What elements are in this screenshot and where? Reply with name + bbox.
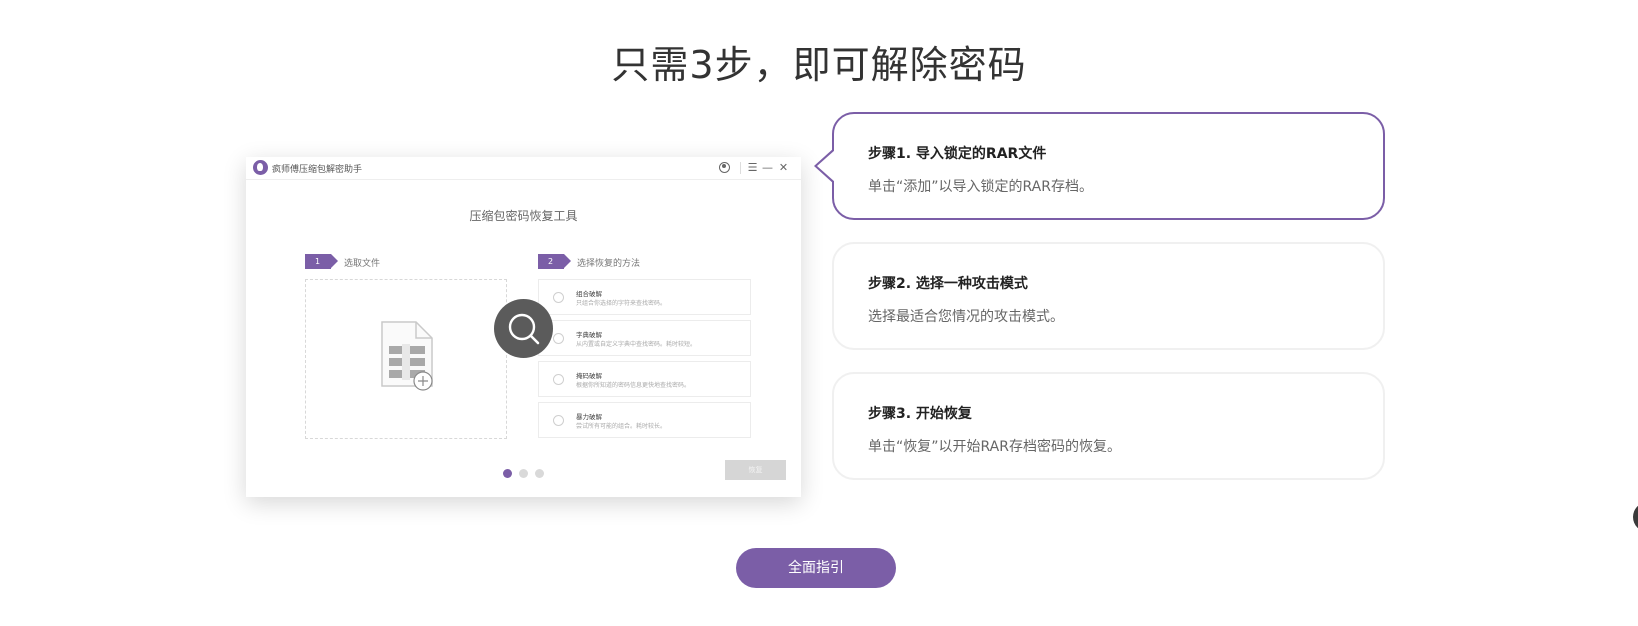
step-card-title: 步骤3. 开始恢复	[868, 406, 972, 422]
step-2-label: 选择恢复的方法	[577, 259, 641, 269]
step-1-label: 选取文件	[344, 259, 381, 269]
page-title: 只需3步，即可解除密码	[611, 43, 1027, 87]
minimize-icon[interactable]: —	[761, 161, 774, 174]
add-file-icon[interactable]	[380, 320, 434, 392]
step-card-title: 步骤1. 导入锁定的RAR文件	[868, 146, 1047, 162]
app-logo-icon	[253, 160, 268, 175]
method-title: 字典破解	[576, 331, 602, 339]
file-drop-zone[interactable]	[305, 279, 507, 439]
step-2-badge: 2	[538, 254, 571, 269]
step-card-desc: 单击“恢复”以开始RAR存档密码的恢复。	[868, 439, 1121, 455]
radio-icon[interactable]	[553, 292, 564, 303]
radio-icon[interactable]	[553, 415, 564, 426]
method-title: 掩码破解	[576, 372, 602, 380]
step-card-3[interactable]: 步骤3. 开始恢复 单击“恢复”以开始RAR存档密码的恢复。	[832, 372, 1385, 480]
app-heading: 压缩包密码恢复工具	[469, 209, 578, 223]
step-1-badge: 1	[305, 254, 338, 269]
method-desc: 尝试所有可能的组合。耗时较长。	[576, 423, 667, 430]
menu-icon[interactable]: ☰	[746, 161, 759, 174]
method-list: 组合破解 只组合你选择的字符来查找密码。 字典破解 从内置或自定义字典中查找密码…	[538, 279, 751, 443]
pager-dot-2[interactable]	[519, 469, 528, 478]
method-desc: 根据你所知道的密码信息更快地查找密码。	[576, 382, 691, 389]
step-card-title: 步骤2. 选择一种攻击模式	[868, 276, 1028, 292]
recover-button[interactable]: 恢复	[725, 460, 786, 480]
radio-icon[interactable]	[553, 374, 564, 385]
floating-widget[interactable]	[1633, 502, 1638, 532]
titlebar-divider	[740, 162, 741, 174]
pager-dot-3[interactable]	[535, 469, 544, 478]
method-option[interactable]: 字典破解 从内置或自定义字典中查找密码。耗时较短。	[538, 320, 751, 356]
step-card-1[interactable]: 步骤1. 导入锁定的RAR文件 单击“添加”以导入锁定的RAR存档。	[814, 112, 1385, 220]
method-option[interactable]: 掩码破解 根据你所知道的密码信息更快地查找密码。	[538, 361, 751, 397]
app-titlebar: 疯师傅压缩包解密助手 ☰ — ✕	[246, 157, 801, 180]
full-guide-button[interactable]: 全面指引	[736, 548, 896, 588]
search-icon	[508, 313, 540, 345]
radio-icon[interactable]	[553, 333, 564, 344]
user-icon[interactable]	[719, 162, 730, 173]
app-name: 疯师傅压缩包解密助手	[272, 165, 363, 175]
method-title: 组合破解	[576, 290, 602, 298]
step-card-desc: 选择最适合您情况的攻击模式。	[868, 309, 1064, 325]
zoom-button[interactable]	[494, 299, 553, 358]
step-card-desc: 单击“添加”以导入锁定的RAR存档。	[868, 179, 1093, 195]
method-desc: 从内置或自定义字典中查找密码。耗时较短。	[576, 341, 697, 348]
method-title: 暴力破解	[576, 413, 602, 421]
method-option[interactable]: 暴力破解 尝试所有可能的组合。耗时较长。	[538, 402, 751, 438]
method-desc: 只组合你选择的字符来查找密码。	[576, 300, 667, 307]
method-option[interactable]: 组合破解 只组合你选择的字符来查找密码。	[538, 279, 751, 315]
pager-dot-1[interactable]	[503, 469, 512, 478]
step-card-2[interactable]: 步骤2. 选择一种攻击模式 选择最适合您情况的攻击模式。	[832, 242, 1385, 350]
close-icon[interactable]: ✕	[777, 161, 790, 174]
